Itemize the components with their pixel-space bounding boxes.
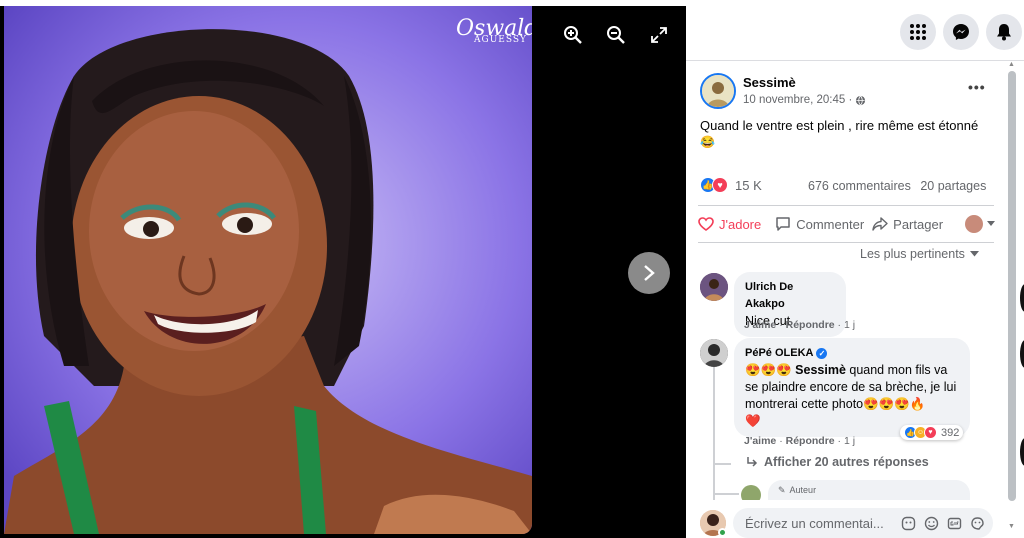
grid-menu-icon [910, 24, 926, 40]
scroll-thumb[interactable] [1008, 71, 1016, 501]
comment-reaction-count: 392 [941, 426, 960, 439]
comment-item: PéPé OLEKA ✓ 😍😍😍 Sessimè quand mon fils … [734, 338, 970, 437]
post-author-name[interactable]: Sessimè [743, 75, 796, 90]
reply-branch-line [713, 463, 731, 465]
comment-button-label: Commenter [796, 216, 865, 232]
comment-bubble: PéPé OLEKA ✓ 😍😍😍 Sessimè quand mon fils … [734, 338, 970, 437]
comment-reply-link[interactable]: Répondre [786, 319, 835, 331]
commenter-avatar[interactable] [700, 273, 728, 301]
more-replies-label: Afficher 20 autres réponses [764, 455, 929, 469]
photo-viewer: Oswald AGUESSY [0, 0, 686, 538]
comment-time[interactable]: 1 j [844, 319, 855, 331]
comment-text-end: ❤️ [745, 414, 761, 428]
author-avatar[interactable] [700, 73, 736, 109]
edge-indicator [1020, 438, 1024, 466]
share-button-label: Partager [893, 216, 944, 232]
author-tag: ✎ Auteur [768, 480, 970, 500]
share-button[interactable]: Partager [872, 217, 943, 232]
notifications-button[interactable] [986, 14, 1022, 50]
zoom-out-icon[interactable] [603, 22, 629, 48]
comments-count[interactable]: 676 commentaires [808, 179, 911, 193]
love-button-label: J'adore [719, 216, 762, 232]
reaction-count: 15 K [735, 177, 762, 193]
portrait-illustration [4, 6, 532, 534]
post-options-button[interactable]: ••• [968, 79, 986, 95]
sort-label: Les plus pertinents [860, 247, 965, 261]
more-replies-link[interactable]: Afficher 20 autres réponses [746, 455, 929, 469]
love-reaction-icon: ♥ [924, 426, 937, 439]
post-text: Quand le ventre est plein , rire même es… [700, 118, 979, 133]
post-photo[interactable]: Oswald AGUESSY [4, 6, 532, 534]
comment-button[interactable]: Commenter [775, 216, 864, 232]
actions-divider-top [698, 205, 994, 206]
comment-text: 😍😍😍 Sessimè quand mon fils va se plaindr… [745, 362, 959, 430]
messenger-icon [953, 24, 969, 40]
watermark-line2: AGUESSY [474, 35, 527, 45]
messenger-button[interactable] [943, 14, 979, 50]
zoom-in-icon[interactable] [560, 22, 586, 48]
caret-down-icon[interactable] [987, 221, 996, 227]
chevron-right-icon [644, 265, 655, 281]
comment-author-row: PéPé OLEKA ✓ [745, 345, 959, 362]
comment-actions: J'aime · Répondre · 1 j [744, 319, 856, 331]
comment-icon [776, 217, 790, 231]
edge-indicator [1020, 284, 1024, 312]
share-icon [872, 217, 888, 231]
post-emoji: 😂 [700, 135, 715, 149]
comment-input-placeholder: Écrivez un commentai... [745, 515, 884, 531]
reply-branch-line [713, 493, 739, 495]
comment-like-link[interactable]: J'aime [744, 319, 776, 331]
love-reaction-icon: ♥ [712, 177, 728, 193]
post-actions: J'adore Commenter Partager [698, 213, 1004, 235]
comment-author[interactable]: PéPé OLEKA [745, 345, 813, 362]
react-as-avatar[interactable] [965, 215, 984, 233]
comment-like-link[interactable]: J'aime [744, 435, 776, 447]
caret-down-icon [969, 251, 979, 257]
emoji-icon[interactable] [923, 515, 939, 531]
bell-icon [997, 24, 1011, 41]
comment-mention[interactable]: Sessimè [795, 363, 846, 377]
post-sidebar: Sessimè 10 novembre, 20:45 · ••• Quand l… [686, 0, 1024, 538]
comment-actions: J'aime · Répondre · 1 j [744, 435, 856, 447]
comment-reply-link[interactable]: Répondre [786, 435, 835, 447]
actions-divider-bottom [698, 242, 994, 243]
post-date[interactable]: 10 novembre, 20:45 · [743, 94, 852, 106]
post-panel: Sessimè 10 novembre, 20:45 · ••• Quand l… [686, 61, 1004, 538]
commenter-avatar[interactable] [700, 339, 728, 367]
comment-author[interactable]: Ulrich De Akakpo [745, 279, 835, 313]
fullscreen-icon[interactable] [646, 22, 672, 48]
comment-time[interactable]: 1 j [844, 435, 855, 447]
grid-menu-button[interactable] [900, 14, 936, 50]
watermark: Oswald AGUESSY [456, 18, 532, 45]
comment-reaction-summary[interactable]: 👍 ☺ ♥ 392 [900, 425, 964, 440]
scroll-up-arrow[interactable]: ▲ [1008, 61, 1015, 68]
edge-indicator [1020, 340, 1024, 368]
love-button[interactable]: J'adore [698, 217, 761, 232]
gif-icon[interactable] [946, 515, 962, 531]
reaction-summary[interactable]: 👍 ♥ 15 K [700, 177, 762, 193]
post-meta: 10 novembre, 20:45 · [743, 94, 866, 106]
reply-arrow-icon [747, 457, 758, 467]
sticker-icon[interactable] [969, 515, 985, 531]
comment-text-prefix: 😍😍😍 [745, 363, 796, 377]
comment-composer: Écrivez un commentai... [686, 500, 1004, 538]
pencil-icon: ✎ [778, 484, 786, 495]
next-photo-button[interactable] [628, 252, 670, 294]
verified-icon: ✓ [816, 348, 828, 359]
avatar-sticker-icon[interactable] [900, 515, 916, 531]
heart-icon [698, 217, 714, 231]
shares-count[interactable]: 20 partages [920, 179, 986, 193]
author-tag-label: Auteur [789, 485, 817, 495]
globe-icon [856, 95, 866, 105]
composer-icons [900, 515, 985, 531]
comment-input[interactable]: Écrivez un commentai... [733, 508, 993, 538]
online-status-dot [718, 528, 727, 537]
comment-sort-button[interactable]: Les plus pertinents [860, 247, 979, 261]
scroll-down-arrow[interactable]: ▼ [1008, 523, 1015, 530]
engagement-counts: 676 commentaires 20 partages [808, 179, 986, 193]
